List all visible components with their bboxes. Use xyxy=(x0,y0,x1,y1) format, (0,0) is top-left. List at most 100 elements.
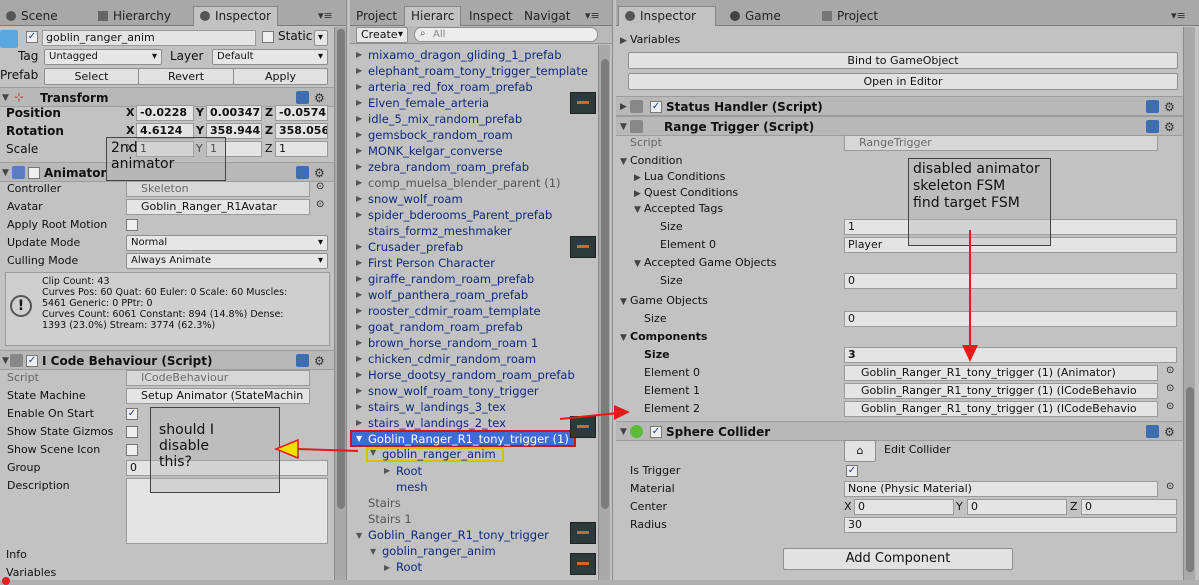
ago-size-field[interactable]: 0 xyxy=(844,273,1177,289)
foldout-arrow-icon[interactable]: ▼ xyxy=(634,205,641,215)
hierarchy-item[interactable]: brown_horse_random_roam 1 xyxy=(368,335,538,351)
foldout-arrow-icon[interactable]: ▼ xyxy=(2,88,9,108)
hierarchy-item[interactable]: stairs_formz_meshmaker xyxy=(368,223,512,239)
hierarchy-item[interactable]: zebra_random_roam_prefab xyxy=(368,159,529,175)
foldout-arrow-icon[interactable]: ▼ xyxy=(370,448,376,457)
component-element2-field[interactable]: Goblin_Ranger_R1_tony_trigger (1) (ICode… xyxy=(844,401,1158,417)
icode-enabled-checkbox[interactable]: ✓ xyxy=(26,355,38,367)
tab-inspector[interactable]: Inspector xyxy=(193,6,278,26)
static-dropdown[interactable] xyxy=(314,30,328,46)
tab-menu-icon[interactable]: ▾≡ xyxy=(1171,9,1186,22)
hierarchy-item[interactable]: idle_5_mix_random_prefab xyxy=(368,111,522,127)
center-z-field[interactable]: 0 xyxy=(1081,499,1177,515)
apply-root-motion-checkbox[interactable] xyxy=(126,219,138,231)
component-element0-field[interactable]: Goblin_Ranger_R1_tony_trigger (1) (Anima… xyxy=(844,365,1158,381)
tab-project[interactable]: Project xyxy=(350,7,403,26)
tab-game[interactable]: Game xyxy=(724,7,787,26)
components-size-field[interactable]: 3 xyxy=(844,347,1177,363)
foldout-arrow-icon[interactable]: ▶ xyxy=(356,194,362,203)
object-picker-icon[interactable]: ⊙ xyxy=(1166,401,1174,412)
hierarchy-item[interactable]: spider_bderooms_Parent_prefab xyxy=(368,207,552,223)
state-machine-field[interactable]: Setup Animator (StateMachin xyxy=(126,388,310,404)
tab-menu-icon[interactable]: ▾≡ xyxy=(318,9,333,22)
show-scene-icon-checkbox[interactable] xyxy=(126,444,138,456)
gear-icon[interactable]: ⚙ xyxy=(314,163,325,183)
foldout-arrow-icon[interactable]: ▶ xyxy=(356,162,362,171)
help-book-icon[interactable] xyxy=(296,91,309,104)
hierarchy-item[interactable]: MONK_kelgar_converse xyxy=(368,143,503,159)
hierarchy-scrollbar-thumb[interactable] xyxy=(601,59,609,509)
foldout-arrow-icon[interactable]: ▼ xyxy=(620,333,627,343)
radius-field[interactable]: 30 xyxy=(844,517,1177,533)
hierarchy-item-root[interactable]: Root xyxy=(396,463,422,479)
hierarchy-item[interactable]: snow_wolf_roam xyxy=(368,191,463,207)
object-picker-icon[interactable]: ⊙ xyxy=(316,199,324,210)
hierarchy-item[interactable]: elephant_roam_tony_trigger_template xyxy=(368,63,588,79)
hierarchy-item[interactable]: stairs_w_landings_3_tex xyxy=(368,399,506,415)
material-field[interactable]: None (Physic Material) xyxy=(844,481,1158,497)
sphere-collider-header[interactable]: ▼ ✓ Sphere Collider ⚙ xyxy=(616,421,1183,441)
object-picker-icon[interactable]: ⊙ xyxy=(1166,365,1174,376)
add-component-button[interactable]: Add Component xyxy=(783,548,1013,570)
foldout-arrow-icon[interactable]: ▶ xyxy=(356,242,362,251)
hierarchy-item[interactable]: Elven_female_arteria xyxy=(368,95,489,111)
left-scrollbar-thumb[interactable] xyxy=(337,29,345,509)
bind-to-gameobject-button[interactable]: Bind to GameObject xyxy=(628,52,1178,69)
foldout-arrow-icon[interactable]: ▶ xyxy=(356,386,362,395)
hierarchy-item[interactable]: snow_wolf_roam_tony_trigger xyxy=(368,383,539,399)
tab-inspector[interactable]: Inspect xyxy=(463,7,519,26)
status-handler-checkbox[interactable]: ✓ xyxy=(650,101,662,113)
child-hierarchy-row[interactable]: ▼ goblin_ranger_anim xyxy=(366,447,504,462)
gear-icon[interactable]: ⚙ xyxy=(1164,117,1175,137)
hierarchy-item[interactable]: arteria_red_fox_roam_prefab xyxy=(368,79,533,95)
foldout-arrow-icon[interactable]: ▶ xyxy=(356,114,362,123)
tag-dropdown[interactable]: Untagged xyxy=(44,49,162,65)
foldout-arrow-icon[interactable]: ▼ xyxy=(620,117,627,137)
center-x-field[interactable]: 0 xyxy=(854,499,954,515)
center-y-field[interactable]: 0 xyxy=(967,499,1067,515)
hierarchy-item-stairs-1[interactable]: Stairs 1 xyxy=(368,511,412,527)
avatar-field[interactable]: Goblin_Ranger_R1Avatar xyxy=(126,199,310,215)
info-foldout[interactable]: Info xyxy=(6,548,27,561)
foldout-arrow-icon[interactable]: ▶ xyxy=(356,290,362,299)
foldout-arrow-icon[interactable]: ▶ xyxy=(356,306,362,315)
right-scrollbar[interactable] xyxy=(1183,27,1195,580)
create-dropdown[interactable]: Create xyxy=(356,27,408,43)
edit-collider-button[interactable]: ⌂ xyxy=(844,440,876,462)
foldout-arrow-icon[interactable]: ▶ xyxy=(356,66,362,75)
tab-project[interactable]: Project xyxy=(816,7,884,26)
is-trigger-checkbox[interactable]: ✓ xyxy=(846,465,858,477)
status-handler-header[interactable]: ▶ ✓ Status Handler (Script) ⚙ xyxy=(616,96,1183,116)
hierarchy-item[interactable]: stairs_w_landings_2_tex xyxy=(368,415,506,431)
hierarchy-item[interactable]: Crusader_prefab xyxy=(368,239,463,255)
hierarchy-item-goblin-trigger[interactable]: Goblin_Ranger_R1_tony_trigger xyxy=(368,527,549,543)
component-element1-field[interactable]: Goblin_Ranger_R1_tony_trigger (1) (ICode… xyxy=(844,383,1158,399)
sphere-collider-checkbox[interactable]: ✓ xyxy=(650,426,662,438)
foldout-arrow-icon[interactable]: ▶ xyxy=(356,274,362,283)
variables-foldout[interactable]: Variables xyxy=(6,566,56,579)
hierarchy-item[interactable]: giraffe_random_roam_prefab xyxy=(368,271,534,287)
prefab-apply-button[interactable]: Apply xyxy=(233,68,328,85)
help-book-icon[interactable] xyxy=(1146,100,1159,113)
hierarchy-item[interactable]: gemsbock_random_roam xyxy=(368,127,513,143)
open-in-editor-button[interactable]: Open in Editor xyxy=(628,73,1178,90)
range-trigger-header[interactable]: ▼ Range Trigger (Script) ⚙ xyxy=(616,116,1183,136)
position-y-field[interactable]: 0.00347 xyxy=(206,105,262,121)
foldout-arrow-icon[interactable]: ▶ xyxy=(356,50,362,59)
help-book-icon[interactable] xyxy=(296,166,309,179)
active-checkbox[interactable]: ✓ xyxy=(26,31,38,43)
tab-scene[interactable]: Scene xyxy=(0,7,64,26)
hierarchy-item[interactable]: comp_muelsa_blender_parent (1) xyxy=(368,175,561,191)
foldout-arrow-icon[interactable]: ▶ xyxy=(620,97,627,117)
foldout-arrow-icon[interactable]: ▼ xyxy=(2,163,9,183)
foldout-arrow-icon[interactable]: ▶ xyxy=(356,322,362,331)
foldout-arrow-icon[interactable]: ▼ xyxy=(2,351,9,371)
tab-navigation[interactable]: Navigat xyxy=(518,7,576,26)
tab-menu-icon[interactable]: ▾≡ xyxy=(585,9,600,22)
hierarchy-item[interactable]: mixamo_dragon_gliding_1_prefab xyxy=(368,47,562,63)
transform-header[interactable]: ▼ ⊹ Transform ⚙ xyxy=(0,87,346,107)
foldout-arrow-icon[interactable]: ▶ xyxy=(634,189,641,199)
hierarchy-item-root-2[interactable]: Root xyxy=(396,559,422,575)
foldout-arrow-icon[interactable]: ▶ xyxy=(356,370,362,379)
foldout-arrow-icon[interactable]: ▼ xyxy=(634,259,641,269)
